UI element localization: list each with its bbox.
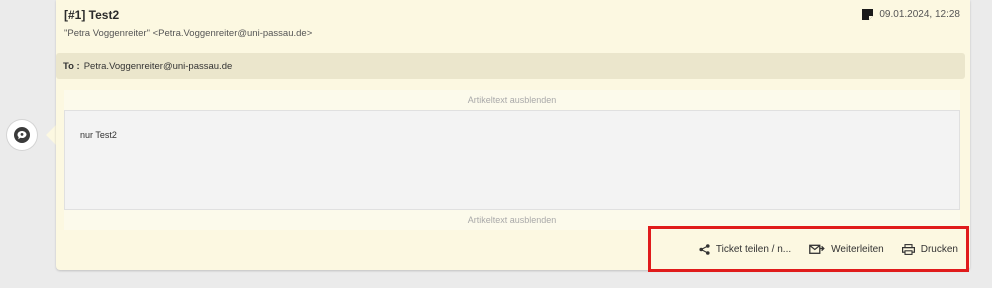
article-datetime: 09.01.2024, 12:28 [862, 9, 960, 20]
recipient-bar: To : Petra.Voggenreiter@uni-passau.de [56, 53, 965, 79]
forward-button[interactable]: Weiterleiten [809, 244, 884, 255]
forward-mail-icon [809, 244, 825, 254]
forward-label: Weiterleiten [831, 243, 884, 255]
article-sender[interactable]: "Petra Voggenreiter" <Petra.Voggenreiter… [64, 28, 312, 39]
print-button[interactable]: Drucken [901, 243, 958, 255]
chat-bubble-icon [14, 127, 30, 143]
article-title: [#1] Test2 [64, 8, 120, 22]
note-icon [862, 9, 874, 20]
print-label: Drucken [920, 243, 958, 255]
article-actions-highlight: Ticket teilen / n... Weiterleiten Drucke… [648, 226, 969, 272]
datetime-text: 09.01.2024, 12:28 [879, 9, 960, 20]
share-ticket-button[interactable]: Ticket teilen / n... [699, 244, 791, 255]
article-body-text: nur Test2 [80, 130, 117, 140]
printer-icon [901, 243, 915, 255]
hide-article-text-toggle-top[interactable]: Artikeltext ausblenden [64, 90, 960, 110]
chat-avatar [7, 120, 37, 150]
article-body: nur Test2 [64, 110, 960, 210]
recipient-value[interactable]: Petra.Voggenreiter@uni-passau.de [84, 61, 233, 72]
recipient-label: To : [63, 60, 80, 72]
share-icon [699, 243, 710, 255]
share-ticket-label: Ticket teilen / n... [715, 243, 792, 255]
